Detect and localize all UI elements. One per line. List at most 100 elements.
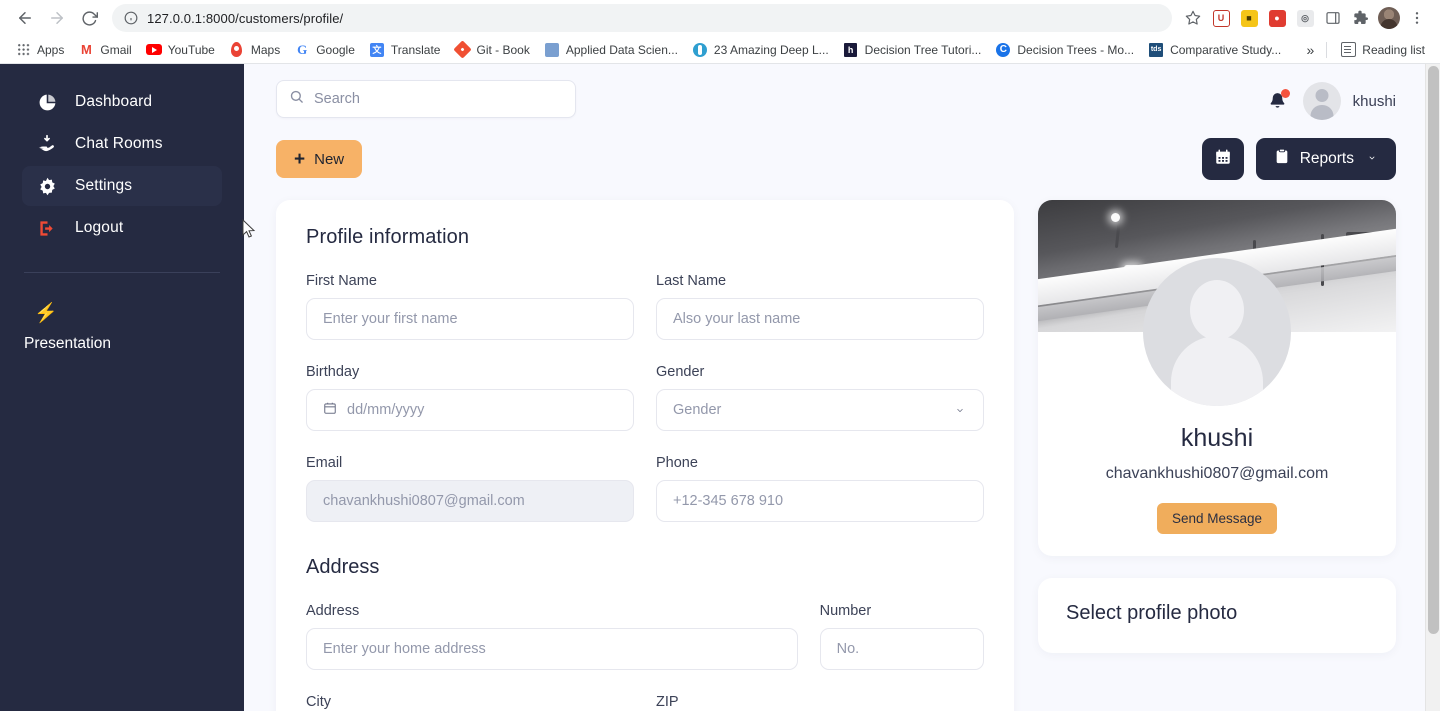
- chrome-profile-avatar[interactable]: [1376, 5, 1402, 31]
- chrome-menu-icon[interactable]: [1404, 5, 1430, 31]
- calendar-icon: [1214, 148, 1232, 171]
- last-name-placeholder: Also your last name: [673, 311, 801, 327]
- bookmark-label: Comparative Study...: [1170, 42, 1282, 57]
- scrollbar-thumb[interactable]: [1428, 66, 1439, 634]
- sidebar-item-settings[interactable]: Settings: [22, 166, 222, 206]
- chevron-down-icon: [953, 403, 967, 418]
- bookmark-applied-data-science[interactable]: Applied Data Scien...: [537, 39, 685, 61]
- site-info-icon[interactable]: [124, 11, 138, 25]
- email-input[interactable]: chavankhushi0807@gmail.com: [306, 480, 634, 522]
- bookmark-decision-trees[interactable]: C Decision Trees - Mo...: [988, 39, 1141, 61]
- bookmark-git-book[interactable]: Git - Book: [447, 39, 536, 61]
- search-input[interactable]: Search: [276, 80, 576, 118]
- user-menu[interactable]: khushi: [1302, 82, 1396, 120]
- sidepanel-icon[interactable]: [1320, 5, 1346, 31]
- bookmark-label: Git - Book: [476, 42, 530, 57]
- gear-icon: [36, 177, 58, 196]
- bookmark-google[interactable]: G Google: [287, 39, 362, 61]
- new-button-label: New: [314, 150, 345, 168]
- select-profile-photo-title: Select profile photo: [1066, 602, 1238, 624]
- gender-label: Gender: [656, 364, 705, 380]
- new-button[interactable]: + New: [276, 140, 363, 178]
- bookmarks-bar: Apps M Gmail YouTube Maps G Google 文 Tra…: [0, 36, 1440, 64]
- birthday-label: Birthday: [306, 364, 360, 380]
- address-input[interactable]: Enter your home address: [306, 628, 798, 670]
- profile-information-card: Profile information First Name Enter you…: [276, 200, 1014, 711]
- city-field-group: City: [306, 694, 634, 711]
- reports-dropdown-button[interactable]: Reports: [1255, 138, 1396, 180]
- gender-select[interactable]: Gender: [656, 389, 984, 431]
- bookmark-translate[interactable]: 文 Translate: [362, 39, 448, 61]
- number-input[interactable]: No.: [819, 628, 984, 670]
- deep-learning-icon: [692, 42, 708, 58]
- send-message-button[interactable]: Send Message: [1156, 503, 1278, 534]
- address-field-group: Address Enter your home address: [306, 603, 798, 670]
- back-arrow-icon[interactable]: [10, 3, 40, 33]
- address-label: Address: [306, 603, 360, 619]
- address-placeholder: Enter your home address: [323, 641, 486, 657]
- plus-icon: +: [294, 148, 306, 170]
- bookmark-apps[interactable]: Apps: [8, 39, 71, 61]
- page-title: Profile information: [306, 226, 470, 248]
- sidebar-item-presentation[interactable]: ⚡ Presentation: [0, 273, 244, 353]
- phone-input[interactable]: +12-345 678 910: [656, 480, 984, 522]
- birthday-placeholder: dd/mm/yyyy: [347, 402, 425, 418]
- tds-icon: tds: [1148, 42, 1164, 58]
- sidebar-item-dashboard[interactable]: Dashboard: [22, 82, 222, 122]
- bookmark-deep-learning[interactable]: 23 Amazing Deep L...: [685, 39, 836, 61]
- bookmark-comparative-study[interactable]: tds Comparative Study...: [1141, 39, 1288, 61]
- first-name-input[interactable]: Enter your first name: [306, 298, 634, 340]
- last-name-input[interactable]: Also your last name: [656, 298, 984, 340]
- action-row: + New Reports: [276, 138, 1396, 180]
- number-placeholder: No.: [836, 641, 860, 657]
- sidebar-item-label: Dashboard: [75, 93, 153, 110]
- phone-placeholder: +12-345 678 910: [673, 493, 784, 509]
- address-bar[interactable]: 127.0.0.1:8000/customers/profile/: [112, 4, 1172, 32]
- bookmark-label: 23 Amazing Deep L...: [713, 42, 829, 57]
- notification-bell-button[interactable]: [1267, 89, 1290, 113]
- extension-icon-3[interactable]: ●: [1264, 5, 1290, 31]
- sidebar-item-logout[interactable]: Logout: [22, 208, 222, 248]
- bookmark-gmail[interactable]: M Gmail: [71, 39, 138, 61]
- bookmark-star-icon[interactable]: [1180, 5, 1206, 31]
- extensions-puzzle-icon[interactable]: [1348, 5, 1374, 31]
- bookmark-decision-tree-tutorial[interactable]: h Decision Tree Tutori...: [836, 39, 989, 61]
- bookmark-label: Maps: [250, 42, 281, 57]
- git-icon: [453, 40, 472, 59]
- sidebar-item-chat-rooms[interactable]: Chat Rooms: [22, 124, 222, 164]
- profile-avatar: [1143, 258, 1291, 406]
- bookmark-maps[interactable]: Maps: [222, 39, 287, 61]
- maps-pin-icon: [229, 42, 245, 58]
- extension-icon-1[interactable]: U: [1208, 5, 1234, 31]
- page-scrollbar[interactable]: [1425, 64, 1440, 711]
- bookmarks-overflow-button[interactable]: »: [1301, 39, 1321, 61]
- bookmark-label: Applied Data Scien...: [565, 42, 678, 57]
- action-row-right: Reports: [1201, 138, 1396, 180]
- bookmark-label: Decision Trees - Mo...: [1017, 42, 1135, 57]
- youtube-icon: [145, 42, 162, 58]
- birthday-gender-row: Birthday dd/mm/yyyy Gender Gender: [306, 364, 984, 431]
- zip-label: ZIP: [656, 694, 679, 710]
- email-field-group: Email chavankhushi0807@gmail.com: [306, 455, 634, 522]
- bookmark-label: YouTube: [167, 42, 215, 57]
- last-name-field-group: Last Name Also your last name: [656, 273, 984, 340]
- hand-chat-icon: [36, 134, 58, 154]
- reading-list-icon: [1340, 42, 1356, 58]
- top-bar: Search khushi: [276, 64, 1396, 120]
- calendar-button[interactable]: [1201, 138, 1244, 180]
- city-label: City: [306, 694, 331, 710]
- bookmark-label: Decision Tree Tutori...: [864, 42, 982, 57]
- birthday-input[interactable]: dd/mm/yyyy: [306, 389, 634, 431]
- calendar-icon: [323, 401, 337, 419]
- reload-icon[interactable]: [74, 3, 104, 33]
- forward-arrow-icon[interactable]: [42, 3, 72, 33]
- extension-icon-2[interactable]: ■: [1236, 5, 1262, 31]
- bookmark-youtube[interactable]: YouTube: [139, 39, 222, 61]
- extension-icon-4[interactable]: ◎: [1292, 5, 1318, 31]
- reading-list-button[interactable]: Reading list: [1333, 39, 1432, 61]
- sidebar-item-label: Logout: [75, 219, 124, 236]
- translate-icon: 文: [369, 42, 385, 58]
- application-window: Dashboard Chat Rooms Settings Logout ⚡ P…: [0, 64, 1440, 711]
- email-label: Email: [306, 455, 343, 471]
- apps-grid-icon: [15, 42, 31, 58]
